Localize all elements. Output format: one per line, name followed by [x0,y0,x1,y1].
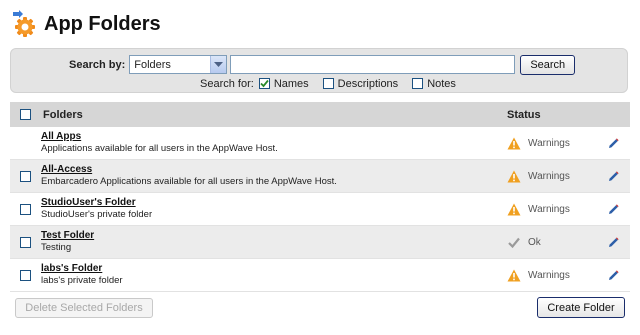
folder-description: Applications available for all users in … [41,143,278,154]
status-text: Warnings [528,137,570,149]
search-for-label: Search for: [200,77,254,90]
search-input[interactable] [230,55,516,74]
folder-link[interactable]: All-Access [41,164,507,176]
page-title: App Folders [44,12,161,35]
page-header: App Folders [10,8,161,40]
pencil-icon[interactable] [597,170,630,182]
folder-description: Testing [41,242,72,253]
warning-icon [507,170,521,183]
pencil-icon[interactable] [597,269,630,281]
folder-link[interactable]: All Apps [41,131,507,143]
warning-icon [507,269,521,282]
delete-selected-folders-button[interactable]: Delete Selected Folders [15,298,153,318]
folder-link[interactable]: Test Folder [41,230,507,242]
column-header-folders: Folders [43,108,83,121]
folder-link[interactable]: labs's Folder [41,263,507,275]
row-checkbox[interactable] [19,236,31,248]
column-header-status: Status [507,108,541,121]
checkmark-icon [507,236,521,249]
checkmark-icon [260,79,269,88]
table-row: StudioUser's Folder StudioUser's private… [10,193,630,226]
table-row: All Apps Applications available for all … [10,127,630,160]
chevron-down-icon[interactable] [210,56,227,73]
row-checkbox[interactable] [19,170,31,182]
table-row: All-Access Embarcadero Applications avai… [10,160,630,193]
status-text: Ok [528,236,541,248]
folders-table: Folders Status All Apps Applications ava… [10,102,630,292]
status-text: Warnings [528,269,570,281]
folder-link[interactable]: StudioUser's Folder [41,197,507,209]
warning-icon [507,137,521,150]
pencil-icon[interactable] [597,203,630,215]
search-panel: Search by: Folders Search Search for: Na… [10,48,628,93]
names-checkbox[interactable] [258,78,270,89]
names-option-label: Names [273,77,309,90]
row-checkbox[interactable] [19,269,31,281]
select-all-checkbox[interactable] [19,109,31,120]
descriptions-option-label: Descriptions [337,77,399,90]
search-by-select[interactable]: Folders [129,55,228,74]
notes-option-label: Notes [427,77,456,90]
search-by-select-value: Folders [134,58,171,71]
table-header: Folders Status [10,102,630,127]
row-checkbox[interactable] [19,203,31,215]
pencil-icon[interactable] [597,137,630,149]
notes-checkbox[interactable] [412,78,424,89]
pencil-icon[interactable] [597,236,630,248]
table-row: Test Folder Testing Ok [10,226,630,259]
search-by-label: Search by: [69,58,126,71]
search-button[interactable]: Search [520,54,576,75]
folder-description: Embarcadero Applications available for a… [41,176,337,187]
create-folder-button[interactable]: Create Folder [537,297,625,318]
descriptions-checkbox[interactable] [322,78,334,89]
warning-icon [507,203,521,216]
gear-folder-icon [10,10,38,38]
status-text: Warnings [528,170,570,182]
folder-description: StudioUser's private folder [41,209,153,220]
table-row: labs's Folder labs's private folder Warn… [10,259,630,292]
folder-description: labs's private folder [41,275,123,286]
status-text: Warnings [528,203,570,215]
